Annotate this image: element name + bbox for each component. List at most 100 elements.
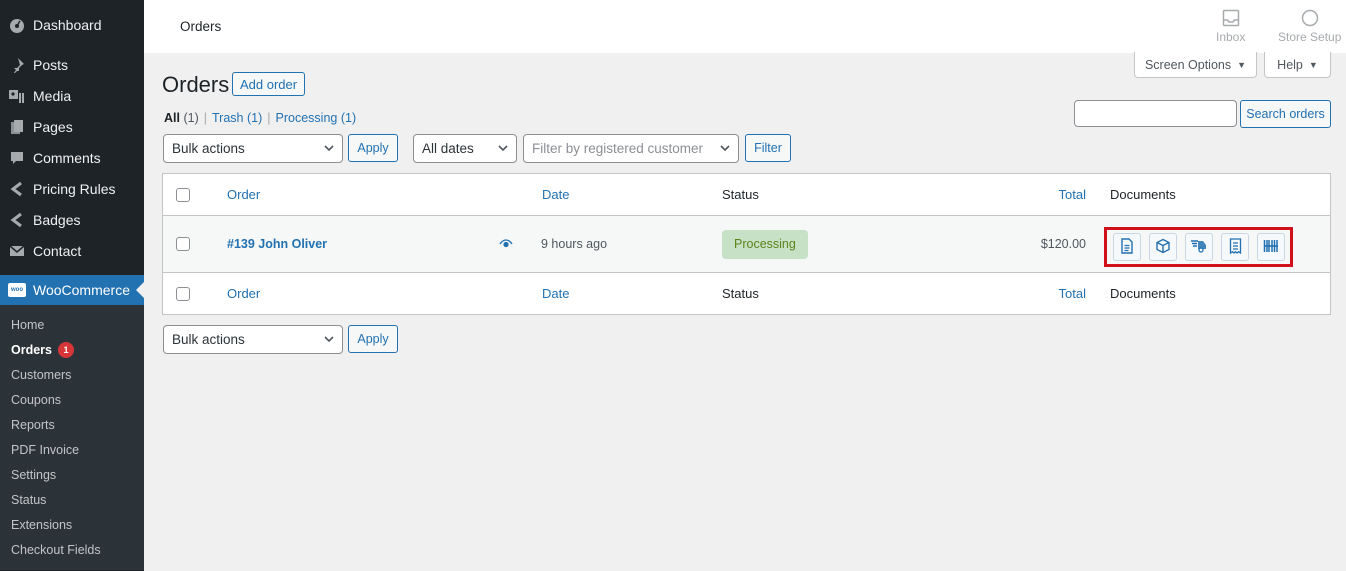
customer-filter-placeholder: Filter by registered customer [532, 141, 704, 156]
screen-options-button[interactable]: Screen Options ▼ [1134, 52, 1257, 78]
submenu-item-pdf-invoice[interactable]: PDF Invoice [0, 437, 144, 462]
select-all-checkbox[interactable] [176, 187, 190, 202]
column-footer-order[interactable]: Order [227, 286, 260, 301]
search-orders-button[interactable]: Search orders [1240, 100, 1331, 128]
submenu-label: Status [11, 492, 47, 507]
column-footer-status: Status [722, 286, 759, 301]
screen-options-label: Screen Options [1144, 57, 1232, 72]
sidebar-item-label: Pricing Rules [33, 180, 116, 197]
bulk-actions-value: Bulk actions [172, 141, 245, 156]
order-date: 9 hours ago [541, 237, 608, 251]
receipt-button[interactable] [1221, 233, 1249, 261]
barcode-button[interactable] [1257, 233, 1285, 261]
column-footer-date[interactable]: Date [542, 286, 569, 301]
sidebar-item-label: Contact [33, 242, 82, 259]
order-link[interactable]: #139 John Oliver [227, 237, 327, 251]
documents-highlight-box [1104, 227, 1293, 267]
store-setup-button[interactable]: Store Setup [1278, 8, 1341, 44]
row-checkbox[interactable] [176, 237, 190, 251]
admin-sidebar: Dashboard Posts Media Pages Comments Pri… [0, 0, 144, 571]
pin-icon [8, 56, 26, 74]
bulk-actions-select[interactable]: Bulk actions [163, 134, 343, 163]
submenu-item-reports[interactable]: Reports [0, 412, 144, 437]
caret-down-icon: ▼ [1308, 59, 1318, 70]
sidebar-item-pages[interactable]: Pages [0, 111, 144, 142]
add-order-button[interactable]: Add order [232, 72, 306, 96]
comment-icon [8, 149, 26, 167]
select-all-checkbox-footer[interactable] [176, 286, 190, 301]
woocommerce-header: Orders Inbox Store Setup [144, 0, 1346, 53]
search-orders-input[interactable] [1074, 100, 1237, 127]
submenu-item-coupons[interactable]: Coupons [0, 387, 144, 412]
invoice-icon [1120, 237, 1134, 257]
bulk-actions-value: Bulk actions [172, 332, 245, 347]
submenu-label: Orders [11, 342, 52, 357]
invoice-button[interactable] [1113, 233, 1141, 261]
submenu-item-customers[interactable]: Customers [0, 362, 144, 387]
table-header-row: Order Date Status Total Documents [163, 174, 1330, 216]
submenu-item-extensions[interactable]: Extensions [0, 512, 144, 537]
sidebar-item-label: Comments [33, 149, 101, 166]
page-title: Orders [162, 72, 230, 97]
bulk-actions-select-bottom[interactable]: Bulk actions [163, 325, 343, 354]
dates-filter-select[interactable]: All dates [413, 134, 517, 163]
submenu-item-orders[interactable]: Orders 1 [0, 337, 144, 362]
chevron-down-icon [324, 336, 334, 343]
chevron-left-icon [8, 180, 26, 198]
woocommerce-submenu: Home Orders 1 Customers Coupons Reports P… [0, 305, 144, 570]
submenu-label: PDF Invoice [11, 442, 80, 457]
column-header-order[interactable]: Order [227, 187, 260, 202]
chevron-down-icon [324, 145, 334, 152]
customer-filter-select[interactable]: Filter by registered customer [523, 134, 739, 163]
sidebar-item-badges[interactable]: Badges [0, 204, 144, 235]
delivery-note-icon [1190, 239, 1208, 256]
view-processing[interactable]: Processing (1) [276, 111, 357, 125]
column-footer-documents: Documents [1110, 286, 1176, 301]
status-badge: Processing [722, 229, 808, 259]
submenu-item-settings[interactable]: Settings [0, 462, 144, 487]
apply-button-bottom[interactable]: Apply [348, 325, 398, 353]
pages-icon [8, 118, 26, 136]
sidebar-item-comments[interactable]: Comments [0, 142, 144, 173]
sidebar-item-contact[interactable]: Contact [0, 235, 144, 266]
inbox-icon [1222, 8, 1240, 28]
inbox-button[interactable]: Inbox [1216, 8, 1245, 44]
store-setup-label: Store Setup [1278, 30, 1342, 44]
sidebar-item-posts[interactable]: Posts [0, 49, 144, 80]
column-header-date[interactable]: Date [542, 187, 569, 202]
submenu-item-checkout-fields[interactable]: Checkout Fields [0, 537, 144, 562]
sidebar-item-media[interactable]: Media [0, 80, 144, 111]
help-button[interactable]: Help ▼ [1264, 52, 1331, 78]
view-all[interactable]: All (1) [164, 111, 199, 125]
column-footer-total[interactable]: Total [1059, 286, 1086, 301]
preview-eye-icon[interactable] [499, 237, 513, 252]
apply-button-top[interactable]: Apply [348, 134, 398, 162]
envelope-icon [8, 242, 26, 260]
sidebar-item-label: Posts [33, 56, 69, 73]
submenu-item-home[interactable]: Home [0, 312, 144, 337]
table-footer-row: Order Date Status Total Documents [163, 273, 1330, 314]
column-header-total[interactable]: Total [1059, 187, 1086, 202]
submenu-item-status[interactable]: Status [0, 487, 144, 512]
header-title: Orders [180, 19, 222, 34]
dates-value: All dates [422, 141, 474, 156]
caret-down-icon: ▼ [1237, 59, 1247, 70]
chevron-down-icon [498, 145, 508, 152]
order-total: $120.00 [1040, 237, 1086, 251]
filter-button[interactable]: Filter [745, 134, 791, 162]
dashboard-icon [8, 16, 26, 34]
sidebar-item-label: WooCommerce [33, 282, 130, 298]
circle-progress-icon [1301, 8, 1319, 28]
media-icon [8, 87, 26, 105]
delivery-note-button[interactable] [1185, 233, 1213, 261]
sidebar-item-dashboard[interactable]: Dashboard [0, 9, 144, 40]
table-row[interactable]: #139 John Oliver 9 hours ago Processing … [163, 216, 1330, 273]
submenu-label: Coupons [11, 392, 62, 407]
packing-slip-button[interactable] [1149, 233, 1177, 261]
view-trash[interactable]: Trash (1) [212, 111, 262, 125]
submenu-label: Checkout Fields [11, 542, 101, 557]
chevron-left-icon [8, 211, 26, 229]
sidebar-item-pricing-rules[interactable]: Pricing Rules [0, 173, 144, 204]
help-label: Help [1277, 57, 1303, 72]
sidebar-item-woocommerce[interactable]: woo WooCommerce [0, 275, 144, 305]
